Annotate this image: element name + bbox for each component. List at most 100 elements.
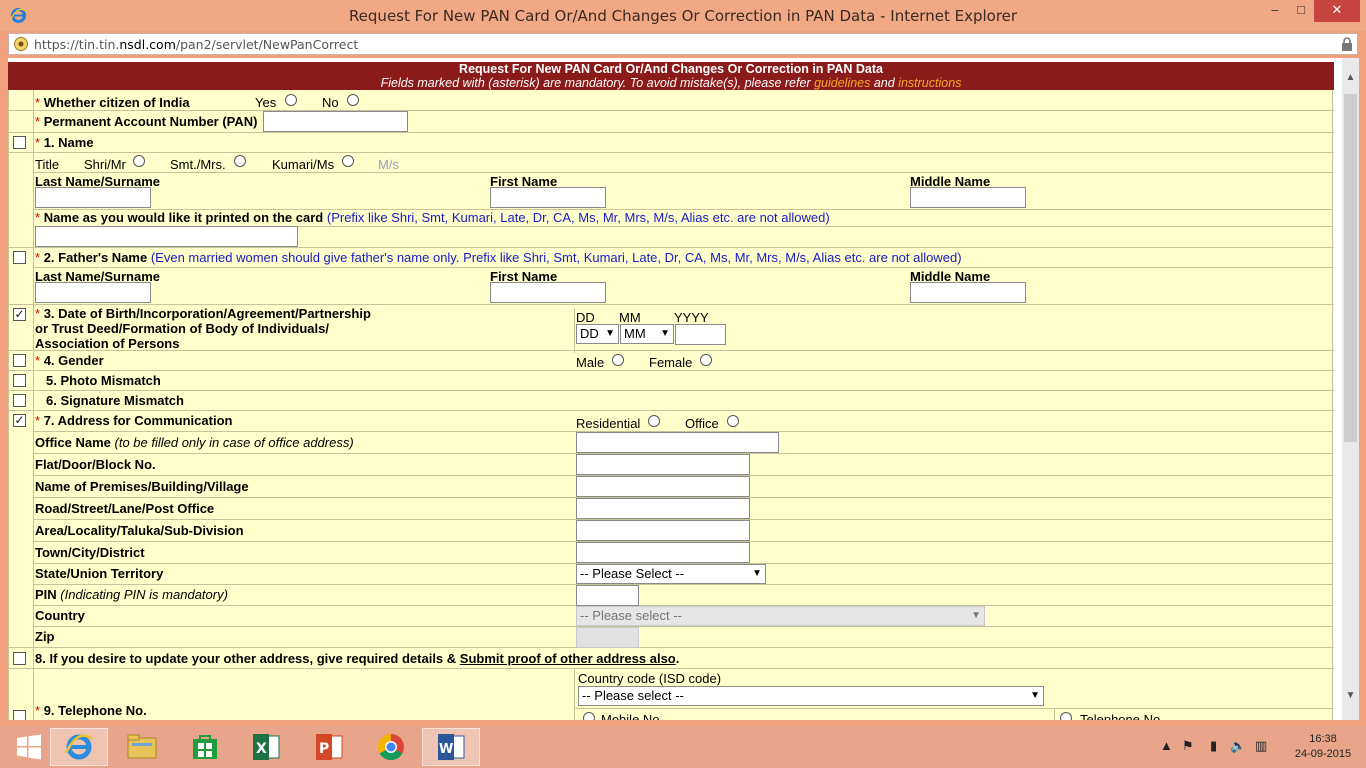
gender-checkbox[interactable] bbox=[13, 354, 26, 367]
gender-female-radio[interactable] bbox=[700, 354, 712, 366]
folder-icon bbox=[127, 734, 157, 759]
print-name-label: * Name as you would like it printed on t… bbox=[35, 210, 830, 225]
grid-line bbox=[33, 626, 1333, 627]
guidelines-link[interactable]: guidelines bbox=[814, 76, 870, 90]
scroll-down-arrow-icon[interactable]: ▼ bbox=[1342, 690, 1359, 701]
title-kumari-radio[interactable] bbox=[342, 155, 354, 167]
svg-text:P: P bbox=[319, 741, 329, 757]
father-middle-name-input[interactable] bbox=[910, 282, 1026, 303]
mobile-radio[interactable] bbox=[583, 712, 595, 720]
address-residential-radio[interactable] bbox=[648, 415, 660, 427]
zip-input[interactable] bbox=[576, 627, 639, 648]
title-smt-radio[interactable] bbox=[234, 155, 246, 167]
telephone-checkbox[interactable] bbox=[13, 710, 26, 720]
volume-icon[interactable]: 🔈 bbox=[1230, 738, 1246, 754]
url-text[interactable]: https://tin.tin.nsdl.com/pan2/servlet/Ne… bbox=[34, 37, 358, 52]
instructions-link[interactable]: instructions bbox=[898, 76, 961, 90]
maximize-button[interactable]: □ bbox=[1288, 0, 1314, 22]
network-signal-icon[interactable]: ▥ bbox=[1255, 738, 1267, 754]
state-select[interactable]: -- Please Select -- ▼ bbox=[576, 564, 766, 584]
father-first-name-input[interactable] bbox=[490, 282, 606, 303]
pin-label: PIN (Indicating PIN is mandatory) bbox=[35, 587, 228, 602]
grid-line bbox=[8, 247, 1334, 248]
middle-name-input[interactable] bbox=[910, 187, 1026, 208]
close-button[interactable]: ✕ bbox=[1314, 0, 1360, 22]
taskbar-chrome[interactable] bbox=[362, 728, 420, 766]
gender-male-label: Male bbox=[576, 355, 605, 370]
isd-select[interactable]: -- Please select -- ▼ bbox=[578, 686, 1044, 706]
other-address-checkbox[interactable] bbox=[13, 652, 26, 665]
taskbar-file-explorer[interactable] bbox=[113, 728, 171, 766]
system-clock[interactable]: 16:38 24-09-2015 bbox=[1290, 732, 1356, 762]
signature-mismatch-checkbox[interactable] bbox=[13, 394, 26, 407]
print-name-input[interactable] bbox=[35, 226, 298, 247]
form-banner: Request For New PAN Card Or/And Changes … bbox=[8, 62, 1334, 90]
pin-input[interactable] bbox=[576, 585, 639, 606]
taskbar-internet-explorer[interactable] bbox=[50, 728, 108, 766]
taskbar-excel[interactable]: X bbox=[237, 728, 295, 766]
grid-line bbox=[33, 267, 1333, 268]
dob-year-input[interactable] bbox=[675, 324, 726, 345]
vertical-scrollbar[interactable]: ▲ ▼ bbox=[1342, 58, 1359, 720]
other-address-label: 8. If you desire to update your other ad… bbox=[35, 651, 680, 666]
scroll-up-arrow-icon[interactable]: ▲ bbox=[1342, 72, 1359, 83]
gender-male-radio[interactable] bbox=[612, 354, 624, 366]
citizen-no-radio[interactable] bbox=[347, 94, 359, 106]
grid-line bbox=[8, 370, 1334, 371]
premises-input[interactable] bbox=[576, 476, 750, 497]
title-label: Title bbox=[35, 157, 60, 172]
grid-line bbox=[8, 110, 1334, 111]
mm-caption: MM bbox=[619, 310, 641, 325]
dob-checkbox[interactable]: ✓ bbox=[13, 308, 26, 321]
name-section-label: * 1. Name bbox=[35, 135, 94, 150]
flat-label: Flat/Door/Block No. bbox=[35, 457, 156, 472]
telephone-type-label: Telephone No. bbox=[1080, 712, 1164, 720]
grid-line bbox=[8, 132, 1334, 133]
window-title: Request For New PAN Card Or/And Changes … bbox=[348, 7, 1018, 25]
other-address-proof-link[interactable]: Submit proof of other address also bbox=[460, 651, 676, 666]
battery-icon[interactable]: ▮ bbox=[1210, 738, 1217, 754]
last-name-input[interactable] bbox=[35, 187, 151, 208]
address-office-radio[interactable] bbox=[727, 415, 739, 427]
title-shri-radio[interactable] bbox=[133, 155, 145, 167]
country-select[interactable]: -- Please select -- ▼ bbox=[576, 606, 985, 626]
taskbar-store[interactable] bbox=[176, 728, 234, 766]
address-checkbox[interactable]: ✓ bbox=[13, 414, 26, 427]
taskbar-word[interactable]: W bbox=[422, 728, 480, 766]
grid-line bbox=[8, 90, 9, 720]
road-input[interactable] bbox=[576, 498, 750, 519]
town-input[interactable] bbox=[576, 542, 750, 563]
grid-line bbox=[574, 308, 575, 353]
citizen-yes-radio[interactable] bbox=[285, 94, 297, 106]
first-name-input[interactable] bbox=[490, 187, 606, 208]
address-residential-label: Residential bbox=[576, 416, 641, 431]
citizen-yes-label: Yes bbox=[255, 95, 277, 110]
excel-icon: X bbox=[253, 734, 280, 760]
telephone-label: * 9. Telephone No. bbox=[35, 703, 147, 718]
photo-mismatch-checkbox[interactable] bbox=[13, 374, 26, 387]
name-checkbox[interactable] bbox=[13, 136, 26, 149]
pan-input[interactable] bbox=[263, 111, 408, 132]
office-name-input[interactable] bbox=[576, 432, 779, 453]
grid-line bbox=[8, 668, 1334, 669]
taskbar-powerpoint[interactable]: P bbox=[300, 728, 358, 766]
area-input[interactable] bbox=[576, 520, 750, 541]
powerpoint-icon: P bbox=[316, 734, 343, 760]
dob-label: * 3. Date of Birth/Incorporation/Agreeme… bbox=[35, 306, 371, 351]
mobile-label: Mobile No. bbox=[601, 712, 664, 720]
address-bar[interactable]: https://tin.tin.nsdl.com/pan2/servlet/Ne… bbox=[8, 33, 1358, 55]
telephone-radio[interactable] bbox=[1060, 712, 1072, 720]
minimize-button[interactable]: – bbox=[1262, 0, 1288, 22]
action-center-flag-icon[interactable]: ⚑ bbox=[1182, 738, 1194, 754]
dob-month-select[interactable]: MM ▼ bbox=[620, 324, 674, 344]
show-hidden-icons-icon[interactable]: ▲ bbox=[1160, 738, 1173, 753]
lock-icon[interactable] bbox=[1341, 37, 1353, 51]
dob-day-select[interactable]: DD ▼ bbox=[576, 324, 619, 344]
flat-input[interactable] bbox=[576, 454, 750, 475]
scrollbar-thumb[interactable] bbox=[1344, 94, 1357, 442]
clock-time: 16:38 bbox=[1309, 733, 1337, 745]
father-name-checkbox[interactable] bbox=[13, 251, 26, 264]
isd-label: Country code (ISD code) bbox=[578, 671, 722, 686]
grid-line bbox=[8, 647, 1334, 648]
father-last-name-input[interactable] bbox=[35, 282, 151, 303]
